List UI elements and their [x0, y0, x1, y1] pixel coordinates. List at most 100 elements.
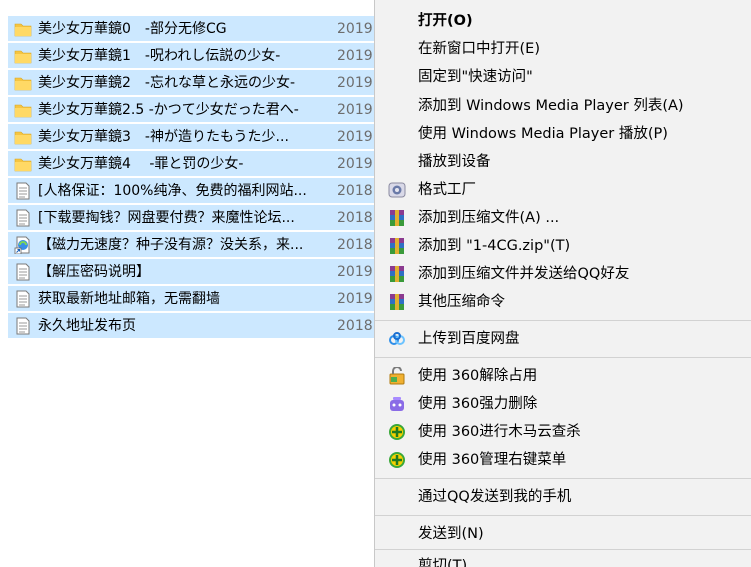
baidu-netdisk-icon [388, 330, 406, 348]
file-row[interactable]: 美少女万華鏡3 -神が造りたもうた少... 2019 [8, 124, 408, 150]
file-name: 【解压密码说明】 [38, 264, 150, 280]
file-row[interactable]: 美少女万華鏡1 -呪われし伝説の少女- 2019 [8, 43, 408, 69]
menu-item-label: 上传到百度网盘 [418, 331, 520, 347]
menu-item-label: 固定到"快速访问" [418, 69, 533, 85]
file-name: [人格保证：100%纯净、免费的福利网站... [38, 183, 307, 199]
menu-item-label: 添加到压缩文件并发送给QQ好友 [418, 266, 630, 282]
delete-360-icon [388, 395, 406, 413]
folder-icon [14, 101, 32, 119]
menu-separator [375, 478, 751, 479]
file-name: 美少女万華鏡0 -部分无修CG [38, 21, 227, 37]
file-row[interactable]: 【解压密码说明】 2019 [8, 259, 408, 285]
file-row[interactable]: 永久地址发布页 2018 [8, 313, 408, 339]
menu-item-play-with-wmp[interactable]: 使用 Windows Media Player 播放(P) [375, 120, 751, 148]
menu-item-format-factory[interactable]: 格式工厂 [375, 176, 751, 204]
unlock-360-icon [388, 366, 406, 385]
menu-item-360-unlock[interactable]: 使用 360解除占用 [375, 362, 751, 390]
menu-item-add-to-wmp-list[interactable]: 添加到 Windows Media Player 列表(A) [375, 92, 751, 120]
file-name: 美少女万華鏡2.5 -かつて少女だった君へ- [38, 102, 299, 118]
menu-item-add-to-archive[interactable]: 添加到压缩文件(A) ... [375, 204, 751, 232]
menu-item-360-force-delete[interactable]: 使用 360强力删除 [375, 390, 751, 418]
file-name: 美少女万華鏡4 -罪と罚の少女- [38, 156, 244, 172]
menu-item-label: 在新窗口中打开(E) [418, 41, 540, 57]
menu-item-label: 使用 360进行木马云查杀 [418, 424, 581, 440]
menu-item-label: 添加到压缩文件(A) ... [418, 210, 560, 226]
file-name: 获取最新地址邮箱，无需翻墙 [38, 291, 220, 307]
menu-separator [375, 515, 751, 516]
menu-item-compress-send-qq[interactable]: 添加到压缩文件并发送给QQ好友 [375, 260, 751, 288]
folder-icon [14, 155, 32, 173]
text-file-icon [14, 182, 32, 200]
menu-item-add-to-zip[interactable]: 添加到 "1-4CG.zip"(T) [375, 232, 751, 260]
file-row[interactable]: 美少女万華鏡2 -忘れな草と永远の少女- 2019 [8, 70, 408, 96]
file-date: 2018 [337, 237, 373, 253]
menu-item-label: 添加到 Windows Media Player 列表(A) [418, 98, 684, 114]
file-row[interactable]: 美少女万華鏡2.5 -かつて少女だった君へ- 2019 [8, 97, 408, 123]
menu-item-label: 剪切(T) [418, 558, 468, 567]
manage-360-icon [388, 451, 406, 469]
menu-item-open-new-window[interactable]: 在新窗口中打开(E) [375, 35, 751, 63]
menu-item-label: 发送到(N) [418, 526, 484, 542]
menu-item-label: 格式工厂 [418, 182, 476, 198]
file-date: 2019 [337, 102, 373, 118]
file-date: 2019 [337, 264, 373, 280]
text-file-icon [14, 209, 32, 227]
text-file-icon [14, 317, 32, 335]
menu-item-send-to-phone-qq[interactable]: 通过QQ发送到我的手机 [375, 483, 751, 511]
file-name: 永久地址发布页 [38, 318, 136, 334]
file-name: 美少女万華鏡1 -呪われし伝説の少女- [38, 48, 281, 64]
file-row[interactable]: [下载要掏钱？网盘要付费？来魔性论坛... 2018 [8, 205, 408, 231]
folder-icon [14, 128, 32, 146]
shortcut-file-icon [14, 236, 32, 255]
menu-item-label: 打开(O) [418, 13, 473, 29]
menu-item-360-trojan-scan[interactable]: 使用 360进行木马云查杀 [375, 418, 751, 446]
file-row[interactable]: 美少女万華鏡4 -罪と罚の少女- 2019 [8, 151, 408, 177]
file-row[interactable]: [人格保证：100%纯净、免费的福利网站... 2018 [8, 178, 408, 204]
menu-item-other-compress[interactable]: 其他压缩命令 [375, 288, 751, 316]
file-name: 【磁力无速度？种子没有源？没关系，来... [38, 237, 304, 253]
menu-item-label: 添加到 "1-4CG.zip"(T) [418, 238, 571, 254]
menu-item-label: 使用 360管理右键菜单 [418, 452, 567, 468]
file-date: 2019 [337, 75, 373, 91]
menu-item-label: 使用 360强力删除 [418, 396, 538, 412]
format-factory-icon [388, 181, 406, 199]
winrar-icon [388, 293, 406, 311]
file-date: 2018 [337, 318, 373, 334]
text-file-icon [14, 290, 32, 308]
file-row[interactable]: 获取最新地址邮箱，无需翻墙 2019 [8, 286, 408, 312]
folder-icon [14, 74, 32, 92]
winrar-icon [388, 237, 406, 255]
scan-360-icon [388, 423, 406, 441]
text-file-icon [14, 263, 32, 281]
menu-separator [375, 357, 751, 358]
file-row[interactable]: 【磁力无速度？种子没有源？没关系，来... 2018 [8, 232, 408, 258]
file-row[interactable]: 美少女万華鏡0 -部分无修CG 2019 [8, 16, 408, 42]
menu-item-label: 其他压缩命令 [418, 294, 505, 310]
menu-item-label: 使用 360解除占用 [418, 368, 538, 384]
menu-item-send-to[interactable]: 发送到(N) [375, 520, 751, 548]
menu-item-cast-to-device[interactable]: 播放到设备 [375, 148, 751, 176]
menu-item-pin-quick-access[interactable]: 固定到"快速访问" [375, 63, 751, 91]
menu-separator [375, 320, 751, 321]
menu-separator [375, 549, 751, 550]
menu-item-upload-baidu[interactable]: 上传到百度网盘 [375, 325, 751, 353]
file-name: 美少女万華鏡2 -忘れな草と永远の少女- [38, 75, 296, 91]
folder-icon [14, 20, 32, 38]
file-date: 2019 [337, 129, 373, 145]
folder-icon [14, 47, 32, 65]
file-date: 2019 [337, 156, 373, 172]
file-date: 2018 [337, 183, 373, 199]
winrar-icon [388, 209, 406, 227]
menu-item-label: 通过QQ发送到我的手机 [418, 489, 572, 505]
file-date: 2019 [337, 48, 373, 64]
file-date: 2019 [337, 291, 373, 307]
menu-item-label: 播放到设备 [418, 154, 491, 170]
file-date: 2018 [337, 210, 373, 226]
context-menu: 打开(O) 在新窗口中打开(E) 固定到"快速访问" 添加到 Windows Medi… [374, 0, 751, 567]
file-name: 美少女万華鏡3 -神が造りたもうた少... [38, 129, 289, 145]
winrar-icon [388, 265, 406, 283]
menu-item-open[interactable]: 打开(O) [375, 7, 751, 35]
menu-item-360-manage-menu[interactable]: 使用 360管理右键菜单 [375, 446, 751, 474]
menu-item-label: 使用 Windows Media Player 播放(P) [418, 126, 668, 142]
menu-item-cut[interactable]: 剪切(T) [375, 552, 751, 567]
